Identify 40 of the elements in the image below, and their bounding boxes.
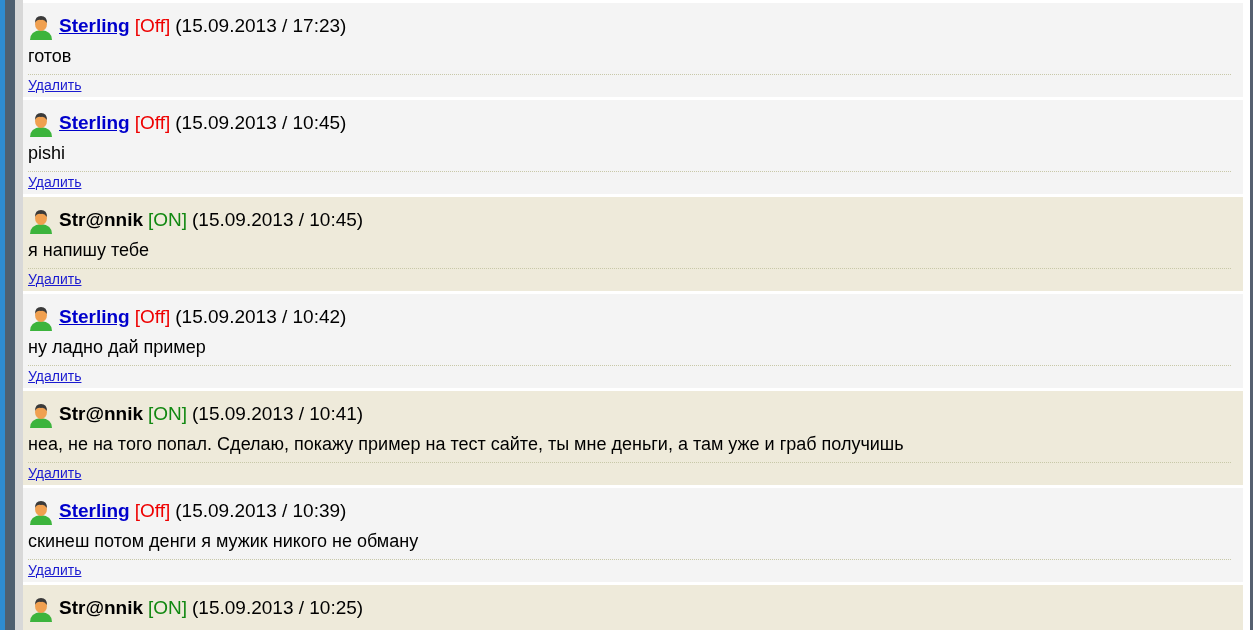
delete-link[interactable]: Удалить: [28, 77, 82, 93]
timestamp: (15.09.2013 / 10:39): [175, 500, 347, 522]
message-text: pishi: [28, 143, 67, 165]
author-name: Str@nnik: [59, 209, 143, 231]
timestamp: (15.09.2013 / 17:23): [175, 15, 347, 37]
status-label: [ON]: [148, 209, 188, 231]
status-label: [ON]: [148, 403, 188, 425]
timestamp: (15.09.2013 / 10:42): [175, 306, 347, 328]
status-label: [Off]: [134, 15, 171, 37]
user-icon: [28, 208, 54, 234]
message-text: я напишу тебе: [28, 240, 150, 262]
timestamp: (15.09.2013 / 10:45): [192, 209, 364, 231]
user-icon: [28, 111, 54, 137]
author-link[interactable]: Sterling: [59, 112, 130, 134]
delete-link[interactable]: Удалить: [28, 562, 82, 578]
timestamp: (15.09.2013 / 10:25): [192, 597, 364, 619]
delete-link[interactable]: Удалить: [28, 465, 82, 481]
author-link[interactable]: Sterling: [59, 500, 130, 522]
delete-link[interactable]: Удалить: [28, 174, 82, 190]
timestamp: (15.09.2013 / 10:41): [192, 403, 364, 425]
status-label: [Off]: [134, 500, 171, 522]
message-text: скинеш потом денги я мужик никого не обману: [28, 531, 420, 553]
author-link[interactable]: Sterling: [59, 306, 130, 328]
timestamp: (15.09.2013 / 10:45): [175, 112, 347, 134]
user-icon: [28, 305, 54, 331]
user-icon: [28, 14, 54, 40]
status-label: [Off]: [134, 306, 171, 328]
author-name: Str@nnik: [59, 597, 143, 619]
delete-link[interactable]: Удалить: [28, 271, 82, 287]
user-icon: [28, 596, 54, 622]
author-link[interactable]: Sterling: [59, 15, 130, 37]
author-name: Str@nnik: [59, 403, 143, 425]
delete-link[interactable]: Удалить: [28, 368, 82, 384]
message-text: неа, не на того попал. Сделаю, покажу пример на тест сайте, ты мне деньги, а там уже и граб получишь: [28, 434, 905, 456]
status-label: [Off]: [134, 112, 171, 134]
message-text: готов: [28, 46, 73, 68]
user-icon: [28, 402, 54, 428]
message-text: ну ладно дай пример: [28, 337, 207, 359]
status-label: [ON]: [148, 597, 188, 619]
user-icon: [28, 499, 54, 525]
